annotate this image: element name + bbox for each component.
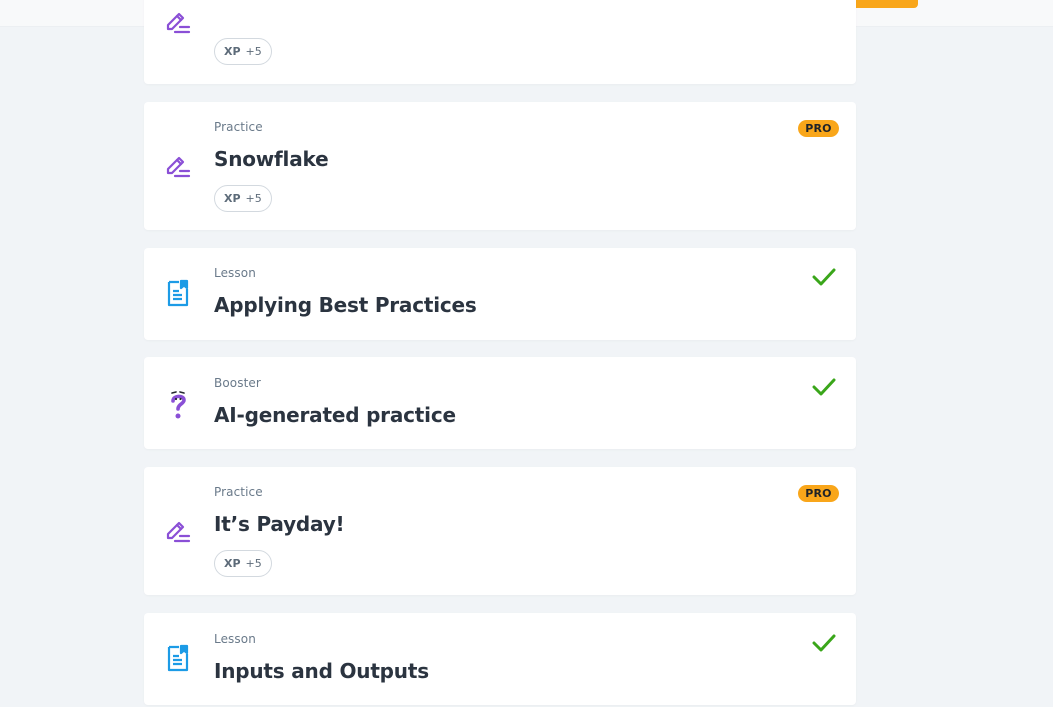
item-title[interactable]: Applying Best Practices — [214, 293, 477, 317]
list-item[interactable]: Booster AI-generated practice — [144, 357, 856, 449]
pro-badge: PRO — [798, 120, 839, 137]
list-item[interactable]: Practice It’s Payday! PRO XP +5 — [144, 467, 856, 595]
item-type-label: Booster — [214, 376, 261, 390]
xp-label: XP — [224, 192, 241, 205]
item-title[interactable]: AI-generated practice — [214, 403, 456, 427]
list-item[interactable]: Lesson Inputs and Outputs — [144, 613, 856, 705]
item-title[interactable]: It’s Payday! — [214, 512, 345, 536]
item-type-label: Lesson — [214, 632, 256, 646]
xp-value: +5 — [245, 45, 262, 58]
xp-value: +5 — [245, 192, 262, 205]
list-item[interactable]: XP +5 — [144, 0, 856, 84]
item-type-label: Lesson — [214, 266, 256, 280]
xp-reward-chip: XP +5 — [214, 550, 272, 577]
item-type-label: Practice — [214, 120, 263, 134]
pencil-lines-icon — [164, 152, 192, 180]
bookmark-document-icon — [164, 279, 192, 307]
xp-label: XP — [224, 557, 241, 570]
checkmark-icon — [812, 633, 836, 653]
xp-reward-chip: XP +5 — [214, 38, 272, 65]
pencil-lines-icon — [164, 517, 192, 545]
item-title[interactable]: Inputs and Outputs — [214, 659, 429, 683]
pencil-lines-icon — [164, 8, 192, 36]
bookmark-document-icon — [164, 644, 192, 672]
list-item[interactable]: Lesson Applying Best Practices — [144, 248, 856, 340]
item-type-label: Practice — [214, 485, 263, 499]
question-mark-icon — [164, 387, 192, 419]
xp-value: +5 — [245, 557, 262, 570]
list-item[interactable]: Practice Snowflake PRO XP +5 — [144, 102, 856, 230]
checkmark-icon — [812, 377, 836, 397]
item-title[interactable]: Snowflake — [214, 147, 329, 171]
pro-badge: PRO — [798, 485, 839, 502]
checkmark-icon — [812, 267, 836, 287]
xp-reward-chip: XP +5 — [214, 185, 272, 212]
xp-label: XP — [224, 45, 241, 58]
